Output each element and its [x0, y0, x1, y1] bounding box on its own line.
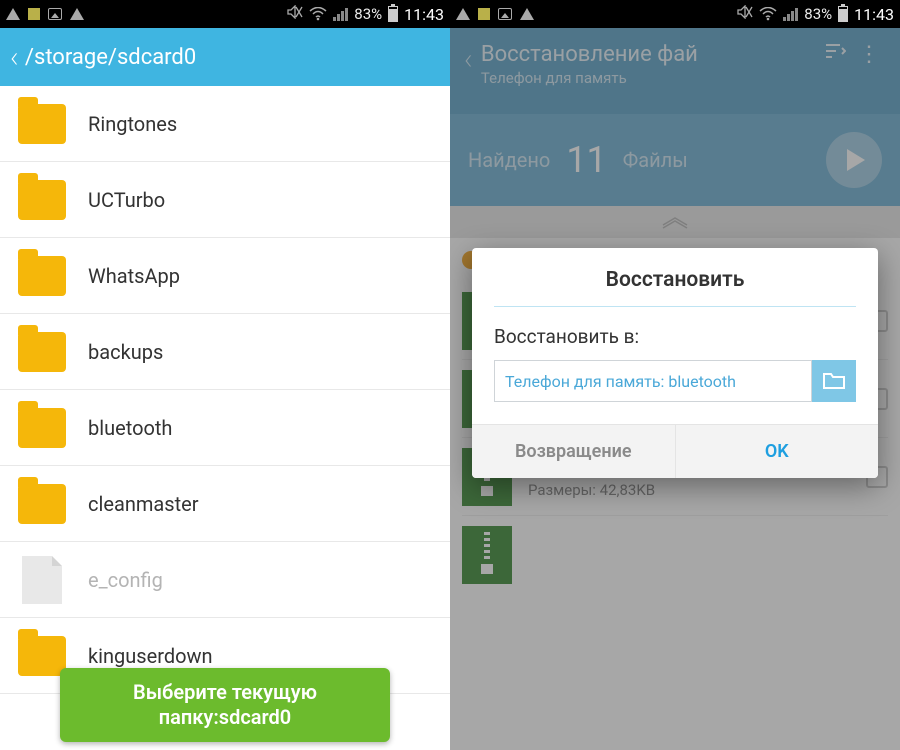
status-bar: 83% 11:43 [0, 0, 450, 28]
status-bar: 83% 11:43 [450, 0, 900, 28]
warning-icon [520, 8, 534, 20]
list-item[interactable]: backups [0, 314, 450, 390]
item-label: Ringtones [88, 112, 177, 136]
item-label: UCTurbo [88, 188, 165, 212]
mute-icon [737, 5, 753, 23]
screenshot-icon [48, 8, 62, 20]
item-label: kinguserdown [88, 644, 213, 668]
signal-icon [783, 7, 798, 21]
warning-icon [456, 8, 470, 20]
folder-icon [18, 180, 66, 220]
item-label: WhatsApp [88, 264, 180, 288]
folder-icon [18, 636, 66, 676]
wifi-icon [759, 7, 777, 21]
browse-button[interactable] [812, 360, 856, 402]
folder-icon [18, 104, 66, 144]
select-folder-button[interactable]: Выберите текущую папку:sdcard0 [60, 668, 390, 742]
item-label: e_config [88, 568, 163, 592]
clock: 11:43 [854, 5, 894, 24]
folder-icon [18, 408, 66, 448]
item-label: bluetooth [88, 416, 172, 440]
list-item[interactable]: cleanmaster [0, 466, 450, 542]
path-bar[interactable]: ‹ /storage/sdcard0 [0, 28, 450, 86]
mute-icon [287, 5, 303, 23]
back-icon[interactable]: ‹ [10, 40, 19, 75]
app-notif-icon [28, 8, 40, 20]
folder-icon [18, 332, 66, 372]
item-label: cleanmaster [88, 492, 199, 516]
signal-icon [333, 7, 348, 21]
screenshot-icon [498, 8, 512, 20]
ok-button[interactable]: OK [676, 425, 879, 478]
battery-icon [838, 6, 848, 22]
app-notif-icon [478, 8, 490, 20]
list-item[interactable]: e_config [0, 542, 450, 618]
list-item[interactable]: bluetooth [0, 390, 450, 466]
folder-icon [18, 256, 66, 296]
list-item[interactable]: WhatsApp [0, 238, 450, 314]
wifi-icon [309, 7, 327, 21]
file-icon [22, 556, 62, 604]
battery-pct: 83% [354, 5, 382, 23]
current-path: /storage/sdcard0 [25, 45, 196, 70]
list-item[interactable]: UCTurbo [0, 162, 450, 238]
restore-dialog: Восстановить Восстановить в: Телефон для… [472, 248, 878, 478]
warning-icon [6, 8, 20, 20]
item-label: backups [88, 340, 163, 364]
folder-icon [18, 484, 66, 524]
dialog-label: Восстановить в: [494, 325, 856, 348]
dialog-title: Восстановить [472, 248, 878, 306]
select-btn-line2: папку:sdcard0 [70, 705, 380, 730]
screen-file-browser: 83% 11:43 ‹ /storage/sdcard0 Ringtones U… [0, 0, 450, 750]
select-btn-line1: Выберите текущую [70, 680, 380, 705]
cancel-button[interactable]: Возвращение [472, 425, 676, 478]
clock: 11:43 [404, 5, 444, 24]
list-item[interactable]: Ringtones [0, 86, 450, 162]
warning-icon [70, 8, 84, 20]
dialog-buttons: Возвращение OK [472, 424, 878, 478]
restore-path-input[interactable]: Телефон для память: bluetooth [494, 360, 812, 402]
file-list: Ringtones UCTurbo WhatsApp backups bluet… [0, 86, 450, 694]
battery-icon [388, 6, 398, 22]
screen-recovery: 83% 11:43 ‹ Восстановление фай Телефон д… [450, 0, 900, 750]
battery-pct: 83% [804, 5, 832, 23]
